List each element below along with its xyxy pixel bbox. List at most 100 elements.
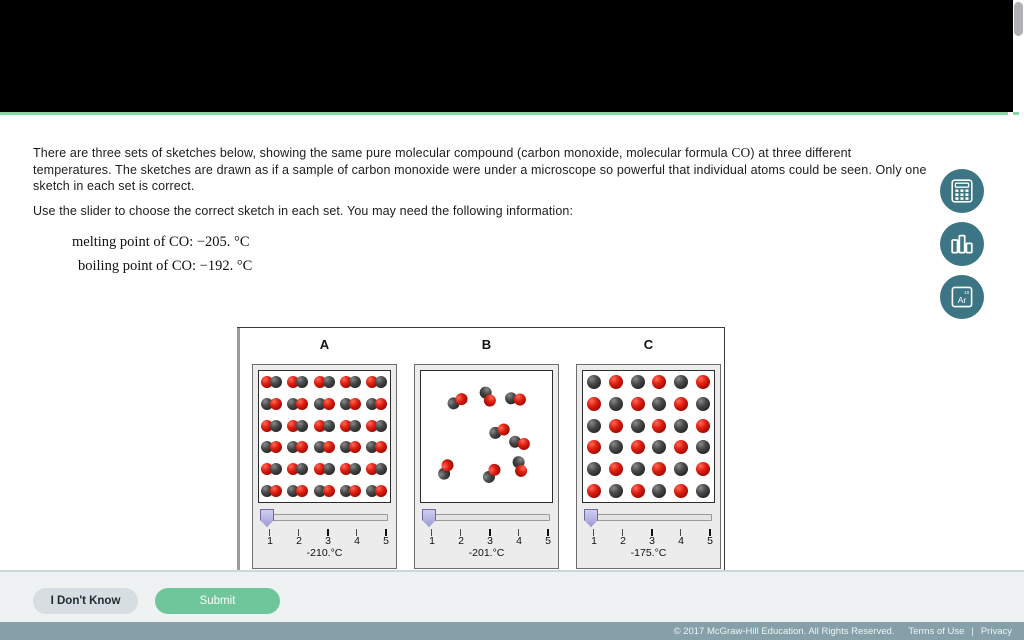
slider-c[interactable]: 1 2 3 4 5: [582, 508, 715, 547]
carbon-atom: [630, 418, 645, 433]
melting-point-value: melting point of CO: −205. °C: [72, 234, 250, 250]
co-molecule: [339, 419, 362, 432]
oxygen-atom: [586, 484, 601, 499]
co-molecule: [313, 485, 336, 498]
oxygen-atom: [586, 440, 601, 455]
bar-chart-icon: [951, 234, 973, 254]
oxygen-atom: [270, 397, 283, 410]
slider-thumb-b[interactable]: [422, 509, 436, 527]
carbon-atom: [630, 374, 645, 389]
carbon-atom: [696, 440, 711, 455]
co-molecule: [339, 485, 362, 498]
co-molecule: [365, 419, 388, 432]
carbon-atom: [586, 462, 601, 477]
carbon-atom: [270, 463, 283, 476]
co-molecule: [313, 375, 336, 388]
oxygen-atom: [652, 374, 667, 389]
oxygen-atom: [630, 484, 645, 499]
sketch-panels: A B C 12345 -210.°C 1 2 3 4 5 -201.°C 1 …: [244, 328, 726, 577]
co-molecule: [313, 397, 336, 410]
carbon-atom: [270, 419, 283, 432]
carbon-atom: [630, 462, 645, 477]
copyright-text: © 2017 McGraw-Hill Education. All Rights…: [673, 625, 895, 637]
slider-tick-label: 5: [545, 535, 551, 547]
carbon-atom: [608, 484, 623, 499]
oxygen-atom: [374, 397, 387, 410]
sketch-drawing-c: [582, 370, 715, 503]
co-molecule: [261, 375, 283, 388]
carbon-atom: [296, 375, 309, 388]
carbon-atom: [586, 374, 601, 389]
carbon-atom: [586, 418, 601, 433]
carbon-atom: [374, 463, 387, 476]
bar-chart-tool-button[interactable]: [940, 222, 984, 266]
slider-b[interactable]: 1 2 3 4 5: [420, 508, 553, 547]
oxygen-atom: [322, 397, 335, 410]
carbon-atom: [696, 396, 711, 411]
slider-track-b[interactable]: [430, 514, 550, 521]
slider-tick-label: 4: [516, 535, 522, 547]
oxygen-atom: [630, 396, 645, 411]
slider-track-a[interactable]: [268, 514, 388, 521]
oxygen-atom: [374, 485, 387, 498]
periodic-table-tool-button[interactable]: 18 Ar: [940, 275, 984, 319]
carbon-atom: [348, 463, 361, 476]
co-molecule: [365, 375, 388, 388]
slider-thumb-a[interactable]: [260, 509, 274, 527]
submit-button[interactable]: Submit: [155, 588, 280, 614]
oxygen-atom: [322, 441, 335, 454]
oxygen-atom: [513, 463, 529, 479]
slider-tick-label: 4: [354, 535, 360, 547]
oxygen-atom: [674, 396, 689, 411]
calculator-tool-button[interactable]: [940, 169, 984, 213]
slider-tick-label: 1: [591, 535, 597, 547]
sketch-panel-c: 1 2 3 4 5 -175.°C: [576, 364, 721, 569]
oxygen-atom: [516, 436, 532, 452]
privacy-link[interactable]: Privacy: [981, 626, 1012, 637]
oxygen-atom: [296, 485, 309, 498]
carbon-atom: [608, 396, 623, 411]
sketch-sets-container: A B C 12345 -210.°C 1 2 3 4 5 -201.°C 1 …: [237, 327, 725, 578]
carbon-atom: [296, 463, 309, 476]
terms-of-use-link[interactable]: Terms of Use: [908, 626, 964, 637]
sketch-drawing-a: [258, 370, 391, 503]
page-scrollbar-thumb[interactable]: [1014, 2, 1023, 36]
oxygen-atom: [696, 374, 711, 389]
co-molecule: [313, 463, 336, 476]
carbon-atom: [674, 418, 689, 433]
slider-tick-label: 5: [707, 535, 713, 547]
carbon-atom: [322, 375, 335, 388]
action-bar: [0, 572, 1024, 622]
media-player-area[interactable]: [0, 0, 1008, 112]
slider-tick-label: 2: [296, 535, 302, 547]
co-molecule: [261, 397, 283, 410]
oxygen-atom: [608, 374, 623, 389]
page-scrollbar[interactable]: [1013, 0, 1024, 112]
oxygen-atom: [322, 485, 335, 498]
co-molecule: [511, 454, 529, 479]
slider-tick-label: 3: [649, 535, 655, 547]
slider-thumb-c[interactable]: [584, 509, 598, 527]
co-molecule: [287, 463, 309, 476]
co-molecule: [313, 441, 336, 454]
co-molecule: [477, 384, 499, 409]
oxygen-atom: [586, 396, 601, 411]
carbon-atom: [608, 440, 623, 455]
i-dont-know-button[interactable]: I Don't Know: [33, 588, 138, 614]
question-paragraph-2: Use the slider to choose the correct ske…: [33, 204, 574, 218]
temperature-readout-a: -210.°C: [306, 547, 343, 559]
sketch-panel-a: 1 2 3 4 5 -210.°C: [252, 364, 397, 569]
periodic-table-icon: 18 Ar: [951, 286, 973, 308]
co-molecule: [365, 463, 388, 476]
co-molecule: [507, 434, 532, 452]
slider-tick-label: 2: [458, 535, 464, 547]
sketch-panel-b: 1 2 3 4 5 -201.°C: [414, 364, 559, 569]
co-molecule: [287, 419, 309, 432]
question-paragraph-1: There are three sets of sketches below, …: [33, 145, 933, 195]
co-molecule: [287, 375, 309, 388]
oxygen-atom: [348, 485, 361, 498]
oxygen-atom: [348, 441, 361, 454]
oxygen-atom: [608, 418, 623, 433]
slider-a[interactable]: 1 2 3 4 5: [258, 508, 391, 547]
slider-track-c[interactable]: [592, 514, 712, 521]
